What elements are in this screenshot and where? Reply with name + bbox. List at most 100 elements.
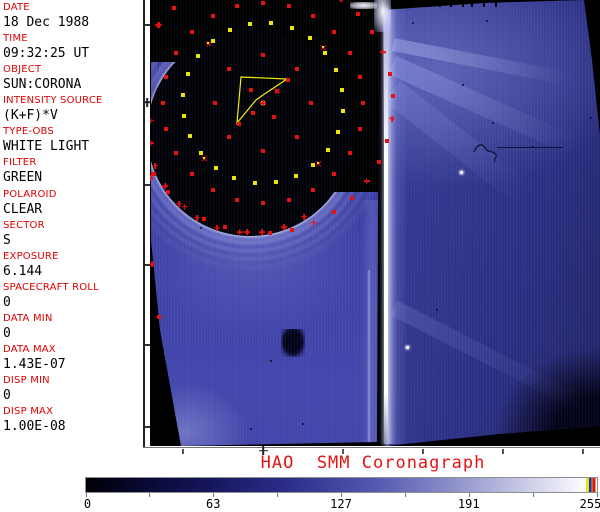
fiducial-marker bbox=[207, 42, 209, 44]
metadata-entry: EXPOSURE 6.144 bbox=[3, 251, 146, 282]
fiducial-marker bbox=[301, 213, 308, 220]
metadata-entry: OBJECT SUN:CORONA bbox=[3, 64, 146, 95]
fiducial-marker bbox=[331, 171, 336, 176]
metadata-value: 1.00E-08 bbox=[3, 419, 66, 435]
fiducial-marker bbox=[213, 165, 218, 170]
fiducial-marker bbox=[370, 30, 375, 35]
fiducial-marker bbox=[227, 134, 232, 139]
metadata-label: POLAROID bbox=[3, 188, 57, 200]
fiducial-marker bbox=[261, 53, 265, 57]
fiducial-marker bbox=[164, 75, 169, 80]
fiducial-marker bbox=[331, 30, 336, 35]
metadata-value: 6.144 bbox=[3, 263, 43, 279]
colorbar-tick bbox=[277, 493, 279, 497]
fiducial-marker bbox=[311, 187, 315, 192]
fiducial-marker bbox=[325, 148, 330, 153]
metadata-value: 18 Dec 1988 bbox=[3, 15, 90, 30]
image-frame-left-border bbox=[143, 0, 145, 448]
cross-bar bbox=[281, 226, 288, 228]
fiducial-marker bbox=[236, 229, 243, 236]
metadata-label: INTENSITY SOURCE bbox=[3, 95, 103, 107]
fiducial-marker bbox=[176, 200, 183, 207]
fiducial-marker bbox=[187, 133, 192, 138]
fiducial-marker bbox=[294, 67, 299, 72]
fiducial-marker bbox=[251, 111, 255, 115]
fiducial-marker bbox=[389, 115, 396, 122]
fiducial-marker bbox=[286, 4, 291, 9]
fiducial-marker bbox=[340, 109, 345, 114]
fiducial-marker bbox=[161, 101, 165, 105]
fiducial-marker bbox=[385, 139, 390, 143]
metadata-sidebar: DATE 18 Dec 1988 TIME 09:32:25 UT OBJECT SUN:… bbox=[0, 0, 146, 462]
fiducial-marker bbox=[335, 129, 340, 134]
cross-bar bbox=[150, 120, 154, 122]
fiducial-marker bbox=[390, 94, 395, 99]
colorbar-tick-label: 0 bbox=[83, 497, 92, 511]
metadata-entry: SPACECRAFT ROLL 0 bbox=[3, 282, 146, 313]
metadata-entry: DISP MIN 0 bbox=[3, 375, 146, 406]
metadata-value: SUN:CORONA bbox=[3, 77, 82, 93]
fiducial-marker bbox=[286, 78, 290, 82]
fiducial-marker bbox=[248, 21, 253, 26]
fiducial-marker bbox=[289, 26, 294, 31]
fiducial-marker bbox=[162, 182, 169, 189]
metadata-label: DATE bbox=[3, 2, 30, 13]
fiducial-marker bbox=[290, 227, 295, 232]
colorbar bbox=[85, 477, 598, 493]
metadata-entry: INTENSITY SOURCE (K+F)*V bbox=[3, 95, 146, 126]
colorbar-tick bbox=[404, 493, 406, 497]
cross-bar bbox=[152, 164, 159, 167]
fiducial-marker bbox=[308, 36, 313, 41]
fiducial-marker bbox=[363, 178, 370, 185]
cross-bar bbox=[259, 231, 266, 234]
metadata-value: 0 bbox=[3, 388, 11, 404]
cross-bar bbox=[176, 202, 183, 205]
metadata-entry: SECTOR S bbox=[3, 220, 146, 251]
fiducial-marker bbox=[222, 225, 227, 230]
colorbar-tick bbox=[149, 493, 151, 497]
fiducial-marker bbox=[357, 126, 362, 131]
fiducial-marker bbox=[286, 197, 291, 202]
fiducial-marker bbox=[150, 175, 153, 181]
cross-bar bbox=[150, 177, 153, 179]
fiducial-marker bbox=[281, 223, 288, 230]
fiducial-marker bbox=[194, 214, 200, 221]
metadata-label: TIME bbox=[3, 33, 28, 45]
fiducial-marker bbox=[309, 101, 313, 105]
fiducial-marker bbox=[213, 101, 217, 105]
fiducial-marker bbox=[361, 101, 365, 105]
cross-bar bbox=[214, 226, 221, 229]
fiducial-marker bbox=[172, 5, 177, 10]
fiducial-marker bbox=[235, 197, 240, 202]
metadata-label: DATA MIN bbox=[3, 312, 53, 324]
fiducial-marker bbox=[211, 187, 215, 192]
fiducial-marker bbox=[260, 100, 266, 106]
cross-bar bbox=[310, 221, 317, 224]
fiducial-marker bbox=[174, 151, 179, 155]
fiducial-marker bbox=[347, 51, 352, 55]
app-window: DATE 18 Dec 1988 TIME 09:32:25 UT OBJECT SUN:… bbox=[0, 0, 600, 512]
fiducial-marker bbox=[261, 1, 265, 5]
metadata-value: 0 bbox=[3, 325, 11, 341]
fiducial-marker bbox=[334, 68, 339, 73]
fiducial-marker bbox=[294, 134, 299, 139]
coronagraph-image bbox=[150, 0, 600, 446]
fiducial-marker bbox=[249, 88, 253, 92]
fiducial-marker bbox=[150, 140, 154, 147]
metadata-value: CLEAR bbox=[3, 201, 43, 217]
image-canvas bbox=[150, 0, 600, 446]
cross-bar bbox=[340, 0, 343, 3]
colorbar-tick-label: 127 bbox=[330, 497, 352, 511]
cross-bar bbox=[150, 263, 155, 265]
fiducial-marker bbox=[317, 162, 319, 164]
cross-bar bbox=[301, 216, 308, 218]
fiducial-marker bbox=[186, 72, 191, 77]
fiducial-marker bbox=[190, 171, 195, 176]
fiducial-marker bbox=[310, 219, 317, 226]
fiducial-marker bbox=[237, 122, 241, 126]
fiducial-marker bbox=[232, 175, 237, 180]
metadata-entry: DATA MAX 1.43E-07 bbox=[3, 344, 146, 375]
metadata-value: WHITE LIGHT bbox=[3, 139, 90, 155]
fiducial-marker bbox=[165, 189, 170, 194]
fiducial-marker bbox=[259, 229, 266, 236]
